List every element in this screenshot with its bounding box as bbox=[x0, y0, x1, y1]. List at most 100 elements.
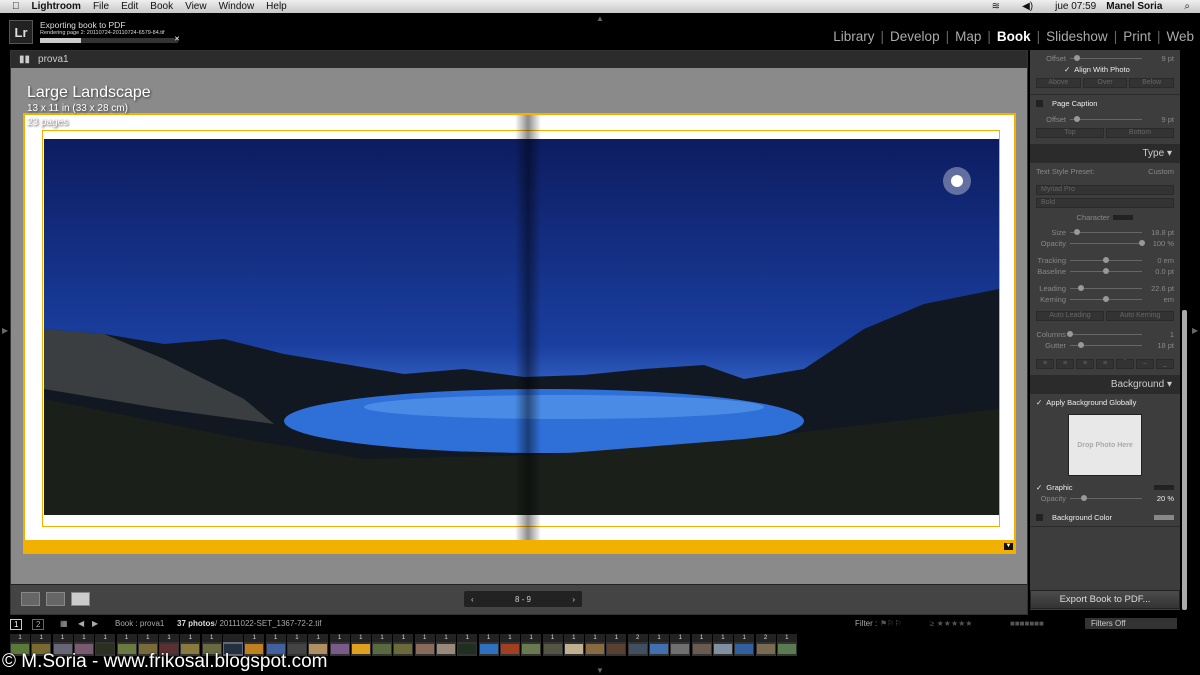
filmstrip-thumbnail[interactable]: 1 bbox=[734, 634, 755, 656]
current-filename[interactable]: / 20111022-SET_1367-72-2.tif bbox=[215, 619, 321, 628]
filmstrip-thumbnail[interactable]: 1 bbox=[606, 634, 627, 656]
caption-top-button[interactable]: Top bbox=[1036, 128, 1104, 138]
slider[interactable] bbox=[1070, 342, 1142, 348]
auto-kerning-button[interactable]: Auto Kerning bbox=[1106, 311, 1174, 321]
wifi-icon[interactable]: ≋ bbox=[992, 1, 1000, 12]
align-right-button[interactable]: ≡ bbox=[1076, 359, 1094, 369]
menu-help[interactable]: Help bbox=[266, 1, 287, 12]
filmstrip-thumbnail[interactable]: 1 bbox=[542, 634, 563, 656]
apply-globally-checkbox[interactable]: ✓ bbox=[1036, 398, 1042, 407]
screen-2-button[interactable]: 2 bbox=[32, 619, 45, 630]
prev-page-button[interactable]: ‹ bbox=[471, 595, 474, 604]
filmstrip-thumbnail[interactable]: 2 bbox=[627, 634, 648, 656]
top-panel-toggle-icon[interactable]: ▲ bbox=[596, 14, 604, 23]
filmstrip-thumbnail[interactable]: 2 bbox=[755, 634, 776, 656]
filmstrip-thumbnail[interactable]: 1 bbox=[436, 634, 456, 656]
source-label[interactable]: Book : prova1 bbox=[115, 619, 164, 628]
left-panel-toggle-icon[interactable]: ▶ bbox=[2, 326, 8, 335]
slider[interactable] bbox=[1070, 240, 1145, 246]
menu-edit[interactable]: Edit bbox=[121, 1, 138, 12]
volume-icon[interactable]: ◀) bbox=[1022, 1, 1033, 12]
type-panel-header[interactable]: Type ▾ bbox=[1030, 145, 1180, 163]
filmstrip-thumbnail[interactable]: 1 bbox=[712, 634, 733, 656]
module-slideshow[interactable]: Slideshow bbox=[1046, 29, 1108, 44]
filmstrip-thumbnail[interactable]: 1 bbox=[521, 634, 542, 656]
caption-bottom-button[interactable]: Bottom bbox=[1106, 128, 1174, 138]
user-name[interactable]: Manel Soria bbox=[1106, 1, 1162, 12]
font-select[interactable]: Myriad Pro bbox=[1036, 185, 1174, 195]
graphic-color-swatch[interactable] bbox=[1154, 485, 1174, 490]
bg-color-swatch[interactable] bbox=[1154, 515, 1174, 520]
bg-opacity-slider[interactable] bbox=[1070, 495, 1142, 501]
page-caption-checkbox[interactable] bbox=[1036, 100, 1043, 107]
filter-preset-select[interactable]: Filters Off bbox=[1085, 618, 1177, 629]
filmstrip-thumbnail[interactable]: 1 bbox=[329, 634, 350, 656]
filmstrip-thumbnail[interactable]: 1 bbox=[414, 634, 435, 656]
spotlight-icon[interactable]: ⌕ bbox=[1184, 1, 1190, 12]
valign-top-button[interactable]: ‾ bbox=[1116, 359, 1134, 369]
menu-view[interactable]: View bbox=[185, 1, 207, 12]
multi-page-view-button[interactable] bbox=[21, 592, 40, 606]
export-book-to-pdf-button[interactable]: Export Book to PDF... bbox=[1030, 590, 1180, 609]
star-filter-icons[interactable]: ≥ ★★★★★ bbox=[930, 619, 972, 628]
menu-file[interactable]: File bbox=[93, 1, 109, 12]
page-offset-slider[interactable] bbox=[1070, 116, 1142, 122]
caption-below-button[interactable]: Below bbox=[1129, 78, 1175, 88]
single-page-view-button[interactable] bbox=[71, 592, 90, 606]
cancel-export-icon[interactable]: ✕ bbox=[174, 35, 180, 43]
color-label-filters[interactable]: ■■■■■■■ bbox=[1010, 619, 1044, 628]
align-center-button[interactable]: ≡ bbox=[1056, 359, 1074, 369]
module-web[interactable]: Web bbox=[1166, 29, 1194, 44]
filmstrip-thumbnail[interactable]: 1 bbox=[393, 634, 414, 656]
caption-above-button[interactable]: Above bbox=[1036, 78, 1081, 88]
panel-scrollbar[interactable] bbox=[1182, 310, 1187, 610]
filmstrip-thumbnail[interactable]: 1 bbox=[776, 634, 797, 656]
slider[interactable] bbox=[1067, 331, 1142, 337]
menu-app[interactable]: Lightroom bbox=[32, 1, 81, 12]
module-map[interactable]: Map bbox=[955, 29, 981, 44]
slider[interactable] bbox=[1070, 285, 1142, 291]
font-style-select[interactable]: Bold bbox=[1036, 198, 1174, 208]
module-develop[interactable]: Develop bbox=[890, 29, 940, 44]
filmstrip-thumbnail[interactable]: 1 bbox=[372, 634, 393, 656]
apple-icon[interactable]:  bbox=[12, 1, 20, 12]
forward-arrow-icon[interactable]: ▶ bbox=[92, 619, 98, 628]
filmstrip-thumbnail[interactable]: 1 bbox=[691, 634, 712, 656]
align-left-button[interactable]: ≡ bbox=[1036, 359, 1054, 369]
clock[interactable]: jue 07:59 bbox=[1055, 1, 1096, 12]
auto-leading-button[interactable]: Auto Leading bbox=[1036, 311, 1104, 321]
caption-over-button[interactable]: Over bbox=[1082, 78, 1128, 88]
justify-button[interactable]: ≡ bbox=[1096, 359, 1114, 369]
back-arrow-icon[interactable]: ◀ bbox=[78, 619, 84, 628]
align-checkbox[interactable]: ✓ bbox=[1064, 65, 1070, 74]
filmstrip-thumbnail[interactable]: 1 bbox=[649, 634, 669, 656]
spread-selection-bar[interactable]: ▼ bbox=[23, 540, 1016, 554]
module-library[interactable]: Library bbox=[833, 29, 874, 44]
right-panel-toggle-icon[interactable]: ▶ bbox=[1192, 326, 1198, 335]
filmstrip-thumbnail[interactable]: 1 bbox=[563, 634, 584, 656]
filmstrip-thumbnail[interactable]: 1 bbox=[478, 634, 499, 656]
slider[interactable] bbox=[1070, 257, 1142, 263]
filmstrip-thumbnail[interactable]: 1 bbox=[499, 634, 520, 656]
slider[interactable] bbox=[1070, 268, 1142, 274]
page-menu-icon[interactable]: ▼ bbox=[1004, 543, 1013, 550]
bg-color-checkbox[interactable] bbox=[1036, 514, 1043, 521]
slider[interactable] bbox=[1070, 296, 1142, 302]
character-color-swatch[interactable] bbox=[1113, 215, 1134, 220]
filmstrip-thumbnail[interactable]: 1 bbox=[350, 634, 371, 656]
spread-view-button[interactable] bbox=[46, 592, 65, 606]
flag-filter-icons[interactable]: ⚑⚐⚐ bbox=[880, 619, 902, 628]
module-book[interactable]: Book bbox=[997, 29, 1031, 44]
preset-select[interactable]: Custom bbox=[1148, 167, 1174, 176]
screen-1-button[interactable]: 1 bbox=[10, 619, 23, 630]
filmstrip-thumbnail[interactable]: 1 bbox=[670, 634, 691, 656]
menu-window[interactable]: Window bbox=[219, 1, 255, 12]
graphic-checkbox[interactable]: ✓ bbox=[1036, 483, 1042, 492]
module-print[interactable]: Print bbox=[1123, 29, 1151, 44]
filmstrip-thumbnail[interactable]: 1 bbox=[457, 634, 478, 656]
background-panel-header[interactable]: Background ▾ bbox=[1030, 376, 1180, 394]
grid-icon[interactable]: ▦ bbox=[60, 619, 68, 628]
caption-offset-slider[interactable] bbox=[1070, 55, 1142, 61]
page-spread[interactable] bbox=[23, 113, 1016, 554]
bottom-panel-toggle-icon[interactable]: ▼ bbox=[596, 666, 604, 675]
